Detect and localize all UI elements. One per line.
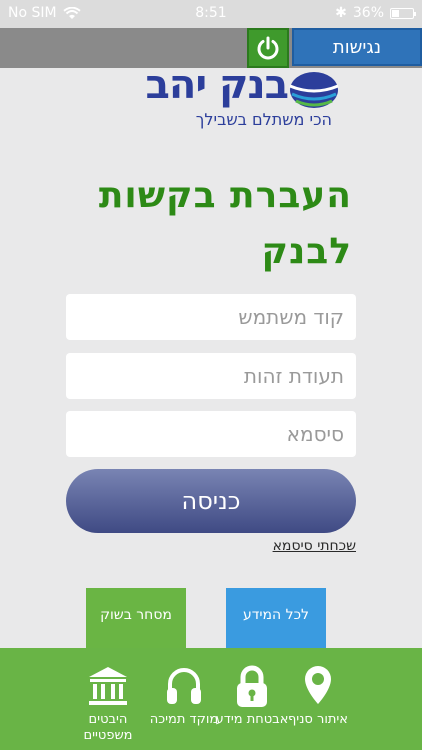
power-icon (257, 36, 279, 60)
logo-mark-icon (289, 72, 339, 108)
bank-logo: בנק יהב הכי משתלם בשבילך (84, 62, 340, 136)
courthouse-icon (89, 667, 127, 705)
nav-legal[interactable]: היבטים משפטיים (68, 664, 148, 744)
market-trade-button[interactable]: מסחר בשוק (86, 588, 186, 652)
user-code-input[interactable] (66, 294, 356, 340)
status-right: ✱ 36% (335, 5, 416, 21)
nav-support-label: מוקד תמיכה (149, 712, 219, 727)
all-info-label: לכל המידע (243, 607, 309, 623)
location-pin-icon (305, 666, 331, 704)
logo-name: בנק יהב (145, 62, 289, 108)
logo-slogan: הכי משתלם בשבילך (195, 110, 332, 129)
bottom-nav: איתור סניף אבטחת מידע מוקד תמיכה היבטים … (0, 648, 422, 750)
battery-icon (390, 7, 416, 19)
all-info-button[interactable]: לכל המידע (226, 588, 326, 652)
lock-icon (237, 665, 267, 707)
password-input[interactable] (66, 411, 356, 457)
login-button[interactable]: כניסה (66, 469, 356, 533)
headphones-icon (167, 668, 201, 704)
battery-fill (392, 9, 400, 17)
battery-percent: 36% (352, 5, 384, 21)
nav-legal-label: היבטים משפטיים (83, 712, 133, 743)
nav-support[interactable]: מוקד תמיכה (144, 664, 224, 728)
accessibility-button[interactable]: נגישות (292, 28, 422, 66)
bluetooth-icon: ✱ (335, 5, 347, 21)
id-number-input[interactable] (66, 353, 356, 399)
market-trade-label: מסחר בשוק (100, 607, 172, 623)
nav-security-label: אבטחת מידע (215, 712, 289, 727)
status-bar: No SIM 8:51 ✱ 36% (0, 0, 422, 28)
page-title: העברת בקשות לבנק (98, 175, 352, 272)
forgot-password-link[interactable]: שכחתי סיסמא (273, 538, 356, 554)
nav-security[interactable]: אבטחת מידע (212, 664, 292, 728)
